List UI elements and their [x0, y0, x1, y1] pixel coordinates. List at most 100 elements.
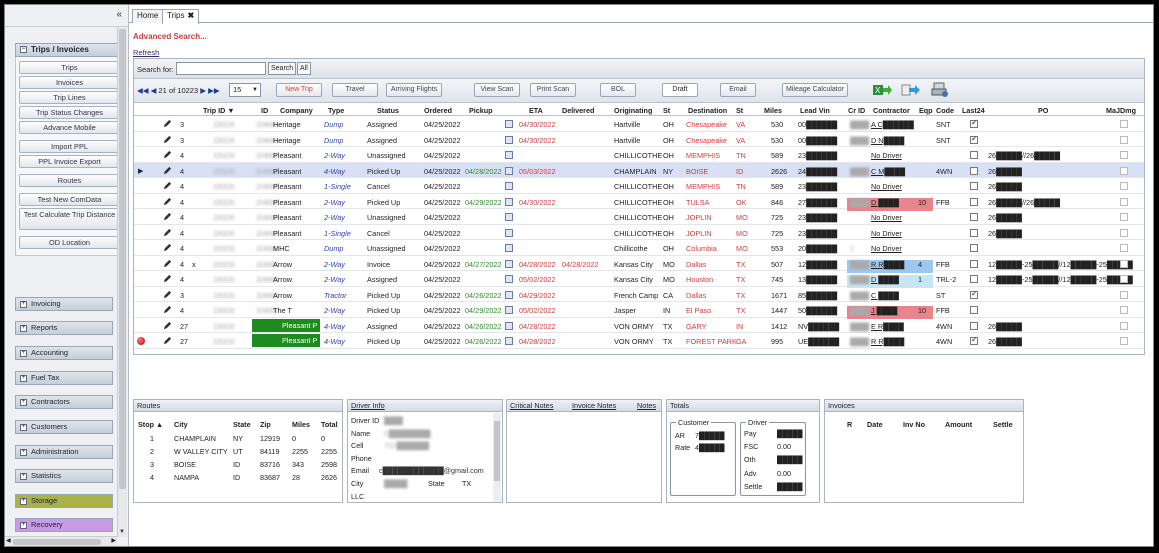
notes-tab[interactable]: Notes: [637, 400, 656, 411]
page-size-select[interactable]: 15 ▼: [229, 83, 261, 97]
edit-pencil-icon[interactable]: [163, 243, 172, 252]
new-trip-button[interactable]: New Trip: [276, 83, 322, 97]
last24-checkbox[interactable]: [970, 335, 978, 345]
hscroll-thumb[interactable]: [13, 539, 101, 545]
edit-pencil-icon[interactable]: [163, 305, 172, 314]
last24-checkbox[interactable]: [970, 306, 978, 314]
col-header[interactable]: Status: [377, 106, 399, 115]
export-excel-icon[interactable]: X: [872, 82, 892, 98]
search-button[interactable]: Search: [268, 62, 297, 75]
table-row[interactable]: 4 220220 224000 Pleasant 2-Way Picked Up 04/25…: [134, 194, 1144, 211]
last24-checkbox[interactable]: [970, 244, 978, 252]
major-damage-checkbox[interactable]: [1120, 120, 1128, 128]
driver-info-link[interactable]: Driver Info: [351, 400, 385, 411]
first-page-icon[interactable]: ◀◀: [137, 86, 149, 95]
contractor-link[interactable]: D ████: [871, 275, 899, 284]
sidebar-item-test-calculate-trip-distance[interactable]: Test Calculate Trip Distance: [19, 208, 120, 230]
sidebar-group-administration[interactable]: + Administration: [15, 445, 113, 459]
routes-col-header[interactable]: State: [233, 420, 251, 429]
contractor-link[interactable]: E R████: [871, 322, 904, 331]
col-header[interactable]: Trip ID ▼: [203, 106, 234, 115]
close-icon[interactable]: ✖: [187, 11, 194, 20]
calendar-icon[interactable]: [505, 228, 513, 237]
table-row[interactable]: 4 220220 224000 MHC Dump Unassigned 04/25/2022…: [134, 240, 1144, 256]
calendar-icon[interactable]: [505, 151, 513, 159]
edit-pencil-icon[interactable]: [163, 228, 172, 237]
all-button[interactable]: All: [297, 62, 311, 75]
major-damage-checkbox[interactable]: [1120, 275, 1128, 283]
calendar-icon[interactable]: [505, 290, 513, 299]
calendar-icon[interactable]: [505, 275, 513, 283]
last24-checkbox[interactable]: [970, 259, 978, 268]
contractor-link[interactable]: A C██████: [871, 120, 914, 129]
routes-col-header[interactable]: Miles: [292, 420, 310, 429]
sidebar-item-ppl-invoice-export[interactable]: PPL Invoice Export: [19, 155, 120, 168]
col-header[interactable]: Type: [328, 106, 344, 115]
major-damage-checkbox[interactable]: [1120, 228, 1128, 237]
routes-col-header[interactable]: Zip: [260, 420, 271, 429]
table-row[interactable]: 4 220220 224000 Arrow 2-Way Assigned 04/25/202…: [134, 271, 1144, 288]
edit-pencil-icon[interactable]: [163, 119, 172, 128]
advanced-search-link[interactable]: Advanced Search...: [133, 32, 207, 41]
col-header[interactable]: Last24: [962, 106, 985, 115]
invoices-col-header[interactable]: Amount: [945, 420, 972, 429]
edit-pencil-icon[interactable]: [163, 150, 172, 159]
edit-pencil-icon[interactable]: [163, 135, 172, 144]
sidebar-group-statistics[interactable]: + Statistics: [15, 469, 113, 483]
email-button[interactable]: Email: [720, 83, 756, 97]
col-header[interactable]: Cr ID: [848, 106, 865, 115]
col-header[interactable]: St: [736, 106, 743, 115]
routes-col-header[interactable]: Stop ▲: [138, 420, 163, 429]
driver-scroll-thumb[interactable]: [494, 421, 500, 481]
critical-notes-tab[interactable]: Critical Notes: [510, 400, 553, 411]
sidebar-item-trip-lines[interactable]: Trip Lines: [19, 91, 120, 104]
contractor-link[interactable]: No Driver: [871, 229, 902, 238]
travel-button[interactable]: Travel: [332, 83, 378, 97]
sidebar-item-invoices[interactable]: Invoices: [19, 76, 120, 89]
routes-col-header[interactable]: Total: [321, 420, 338, 429]
invoice-notes-tab[interactable]: Invoice Notes: [572, 400, 616, 411]
col-header[interactable]: St: [663, 106, 670, 115]
refresh-link[interactable]: Refresh: [133, 48, 159, 57]
edit-pencil-icon[interactable]: [163, 181, 172, 190]
edit-pencil-icon[interactable]: [163, 321, 172, 330]
next-page-icon[interactable]: ▶: [200, 86, 206, 95]
last24-checkbox[interactable]: [970, 151, 978, 159]
draft-button[interactable]: Draft: [662, 83, 698, 97]
bol-button[interactable]: BOL: [600, 83, 636, 97]
table-row[interactable]: 4 220220 224000 Pleasant 1-Single Cancel 04/25…: [134, 178, 1144, 194]
sidebar-item-import-ppl[interactable]: Import PPL: [19, 140, 120, 153]
sidebar-group-reports[interactable]: + Reports: [15, 321, 113, 335]
table-row[interactable]: 4 220220 224000 Pleasant 2-Way Unassigned 04/2…: [134, 147, 1144, 163]
scroll-left-icon[interactable]: ◀: [6, 537, 11, 544]
edit-pencil-icon[interactable]: [163, 212, 172, 221]
table-row[interactable]: 27220220224000Pleasant P4-WayPicked Up04…: [134, 333, 1144, 349]
major-damage-checkbox[interactable]: [1120, 166, 1128, 175]
table-row[interactable]: 4 220220 224000 Pleasant 1-Single Cancel 04/25…: [134, 225, 1144, 240]
col-header[interactable]: Delivered: [562, 106, 594, 115]
calendar-icon[interactable]: [505, 182, 513, 190]
section-trips-invoices[interactable]: − Trips / Invoices: [15, 43, 124, 57]
last-page-icon[interactable]: ▶▶: [208, 86, 220, 95]
contractor-link[interactable]: J ████: [871, 306, 897, 315]
col-header[interactable]: Eqp: [919, 106, 933, 115]
major-damage-checkbox[interactable]: [1120, 182, 1128, 190]
contractor-link[interactable]: C M████: [871, 167, 905, 176]
major-damage-checkbox[interactable]: [1120, 151, 1128, 159]
col-header[interactable]: ID: [261, 106, 268, 115]
major-damage-checkbox[interactable]: [1120, 135, 1128, 144]
sidebar-group-storage[interactable]: + Storage: [15, 494, 113, 508]
edit-pencil-icon[interactable]: [163, 166, 172, 175]
sidebar-item-od-location[interactable]: OD Location: [19, 236, 120, 249]
col-header[interactable]: Lead Vin: [800, 106, 830, 115]
calendar-icon[interactable]: [505, 135, 513, 144]
contractor-link[interactable]: R R████: [871, 337, 904, 346]
contractor-link[interactable]: No Driver: [871, 151, 902, 160]
scroll-down-icon[interactable]: ▼: [119, 529, 125, 535]
edit-pencil-icon[interactable]: [163, 336, 172, 345]
contractor-link[interactable]: D ████: [871, 198, 899, 207]
major-damage-checkbox[interactable]: [1120, 290, 1128, 299]
table-row[interactable]: 3 220220 224000 Heritage Dump Assigned 04/25/2…: [134, 132, 1144, 147]
major-damage-checkbox[interactable]: [1120, 213, 1128, 221]
driver-scrollbar[interactable]: [493, 413, 501, 502]
